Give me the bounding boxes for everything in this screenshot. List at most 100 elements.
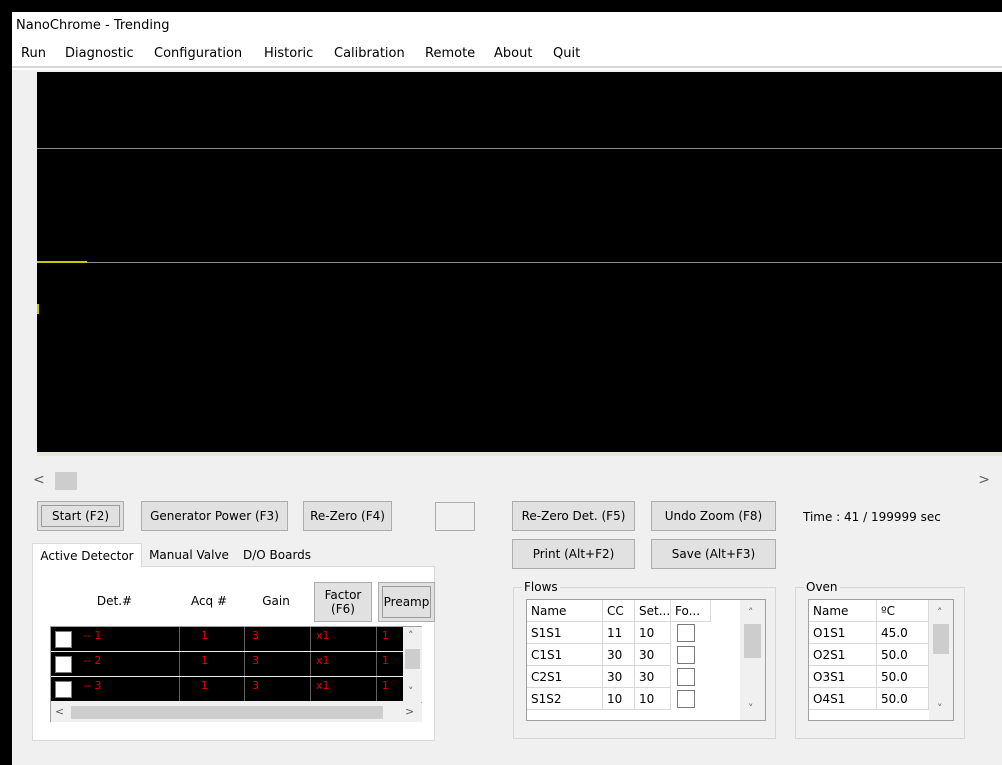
- scroll-left-icon[interactable]: <: [55, 705, 64, 718]
- detector-row[interactable]: -- 2 1 3 x1 1: [51, 652, 422, 676]
- time-readout: Time : 41 / 199999 sec: [803, 510, 941, 524]
- column-divider: [376, 627, 377, 651]
- oven-name-cell: O1S1: [809, 622, 877, 644]
- menu-configuration[interactable]: Configuration: [154, 46, 242, 61]
- rezero-button[interactable]: Re-Zero (F4): [303, 501, 392, 531]
- generator-power-button[interactable]: Generator Power (F3): [141, 501, 288, 531]
- oven-header-name[interactable]: Name: [809, 600, 877, 622]
- scrollbar-thumb[interactable]: [933, 624, 949, 654]
- scrollbar-thumb[interactable]: [55, 472, 77, 490]
- scrollbar-thumb[interactable]: [744, 624, 761, 658]
- flows-set-cell[interactable]: 10: [635, 622, 671, 644]
- menu-run[interactable]: Run: [21, 46, 46, 61]
- flows-set-cell[interactable]: 30: [635, 666, 671, 688]
- detector-det-cell: -- 3: [83, 679, 102, 692]
- save-button[interactable]: Save (Alt+F3): [651, 539, 776, 569]
- scroll-down-icon[interactable]: ˅: [408, 685, 414, 698]
- acq-column-header: Acq #: [190, 594, 228, 608]
- detector-row-checkbox[interactable]: [55, 656, 72, 673]
- oven-name-cell: O2S1: [809, 644, 877, 666]
- oven-vertical-scrollbar[interactable]: ˄ ˅: [929, 600, 953, 720]
- scroll-down-icon[interactable]: ˅: [748, 702, 754, 715]
- det-column-header: Det.#: [96, 594, 133, 608]
- flows-header-name[interactable]: Name: [527, 600, 603, 622]
- scroll-up-icon[interactable]: ˄: [408, 629, 414, 642]
- scrollbar-thumb[interactable]: [71, 706, 383, 719]
- column-divider: [179, 627, 180, 651]
- menu-remote[interactable]: Remote: [425, 46, 475, 61]
- factor-button-line2: (F6): [331, 602, 355, 616]
- flows-cc-cell: 10: [603, 688, 635, 710]
- detector-gain-cell: 3: [252, 654, 259, 667]
- flows-force-checkbox[interactable]: [677, 624, 695, 642]
- oven-name-cell: O4S1: [809, 688, 877, 710]
- scroll-down-icon[interactable]: ˅: [937, 702, 943, 715]
- undo-zoom-button[interactable]: Undo Zoom (F8): [651, 501, 776, 531]
- menu-diagnostic[interactable]: Diagnostic: [65, 46, 134, 61]
- flows-set-cell[interactable]: 30: [635, 644, 671, 666]
- column-divider: [310, 677, 311, 701]
- menu-historic[interactable]: Historic: [264, 46, 313, 61]
- window-title: NanoChrome - Trending: [16, 18, 170, 33]
- window-frame-left: [0, 0, 12, 765]
- menu-about[interactable]: About: [494, 46, 532, 61]
- flows-force-checkbox[interactable]: [677, 646, 695, 664]
- column-divider: [179, 677, 180, 701]
- scroll-left-icon[interactable]: <: [33, 472, 45, 488]
- detector-horizontal-scrollbar[interactable]: < >: [51, 703, 422, 722]
- flows-name-cell: C1S1: [527, 644, 603, 666]
- detector-row[interactable]: -- 1 1 3 x1 1: [51, 627, 422, 651]
- flows-header-set[interactable]: Set...: [635, 600, 671, 622]
- oven-temp-cell: 50.0: [877, 688, 929, 710]
- tab-manual-valve[interactable]: Manual Valve: [143, 543, 235, 567]
- column-divider: [244, 677, 245, 701]
- oven-group-title: Oven: [804, 580, 840, 594]
- detector-row[interactable]: -- 3 1 3 x1 1: [51, 677, 422, 701]
- detector-gain-cell: 3: [252, 629, 259, 642]
- tab-do-boards[interactable]: D/O Boards: [236, 543, 318, 567]
- detector-preamp-cell: 1: [382, 629, 389, 642]
- tab-active-detector[interactable]: Active Detector: [32, 543, 142, 567]
- trend-plot[interactable]: [37, 72, 1002, 456]
- flows-set-cell[interactable]: 10: [635, 688, 671, 710]
- flows-header-force[interactable]: Fo...: [671, 600, 711, 622]
- detector-acq-cell: 1: [201, 679, 208, 692]
- flows-force-checkbox[interactable]: [677, 690, 695, 708]
- flows-force-checkbox[interactable]: [677, 668, 695, 686]
- rezero-det-button[interactable]: Re-Zero Det. (F5): [512, 501, 635, 531]
- scroll-right-icon[interactable]: >: [405, 705, 414, 718]
- menu-calibration[interactable]: Calibration: [334, 46, 405, 61]
- scroll-up-icon[interactable]: ˄: [937, 606, 943, 619]
- detector-row-checkbox[interactable]: [55, 681, 72, 698]
- start-button[interactable]: Start (F2): [37, 501, 124, 531]
- flows-name-cell: S1S2: [527, 688, 603, 710]
- flows-cc-cell: 11: [603, 622, 635, 644]
- flows-vertical-scrollbar[interactable]: ˄ ˅: [740, 600, 765, 720]
- oven-header-temp[interactable]: ºC: [877, 600, 929, 622]
- plot-gridline: [37, 148, 1002, 149]
- detector-vertical-scrollbar[interactable]: ˄ ˅: [403, 627, 422, 702]
- column-divider: [376, 677, 377, 701]
- window-frame-top: [0, 0, 1002, 12]
- oven-temp-cell: 50.0: [877, 644, 929, 666]
- scroll-up-icon[interactable]: ˄: [748, 606, 754, 619]
- factor-button[interactable]: Factor (F6): [314, 582, 372, 622]
- flows-header-cc[interactable]: CC: [603, 600, 635, 622]
- scrollbar-thumb[interactable]: [405, 649, 420, 669]
- menu-bar: Run Diagnostic Configuration Historic Ca…: [12, 38, 1002, 68]
- flows-table: Name CC Set... Fo... S1S1 11 10 C1S1 30 …: [526, 599, 766, 721]
- flows-cc-cell: 30: [603, 644, 635, 666]
- flows-group-title: Flows: [522, 580, 560, 594]
- menu-quit[interactable]: Quit: [553, 46, 580, 61]
- detector-preamp-cell: 1: [382, 679, 389, 692]
- detector-gain-cell: 3: [252, 679, 259, 692]
- detector-acq-cell: 1: [201, 629, 208, 642]
- preamp-button[interactable]: Preamp: [378, 582, 435, 622]
- print-button[interactable]: Print (Alt+F2): [512, 539, 635, 569]
- gain-column-header: Gain: [262, 594, 290, 608]
- flows-name-cell: C2S1: [527, 666, 603, 688]
- oven-name-cell: O3S1: [809, 666, 877, 688]
- detector-row-checkbox[interactable]: [55, 631, 72, 648]
- scroll-right-icon[interactable]: >: [978, 472, 990, 488]
- plot-horizontal-scrollbar[interactable]: < >: [33, 470, 1002, 492]
